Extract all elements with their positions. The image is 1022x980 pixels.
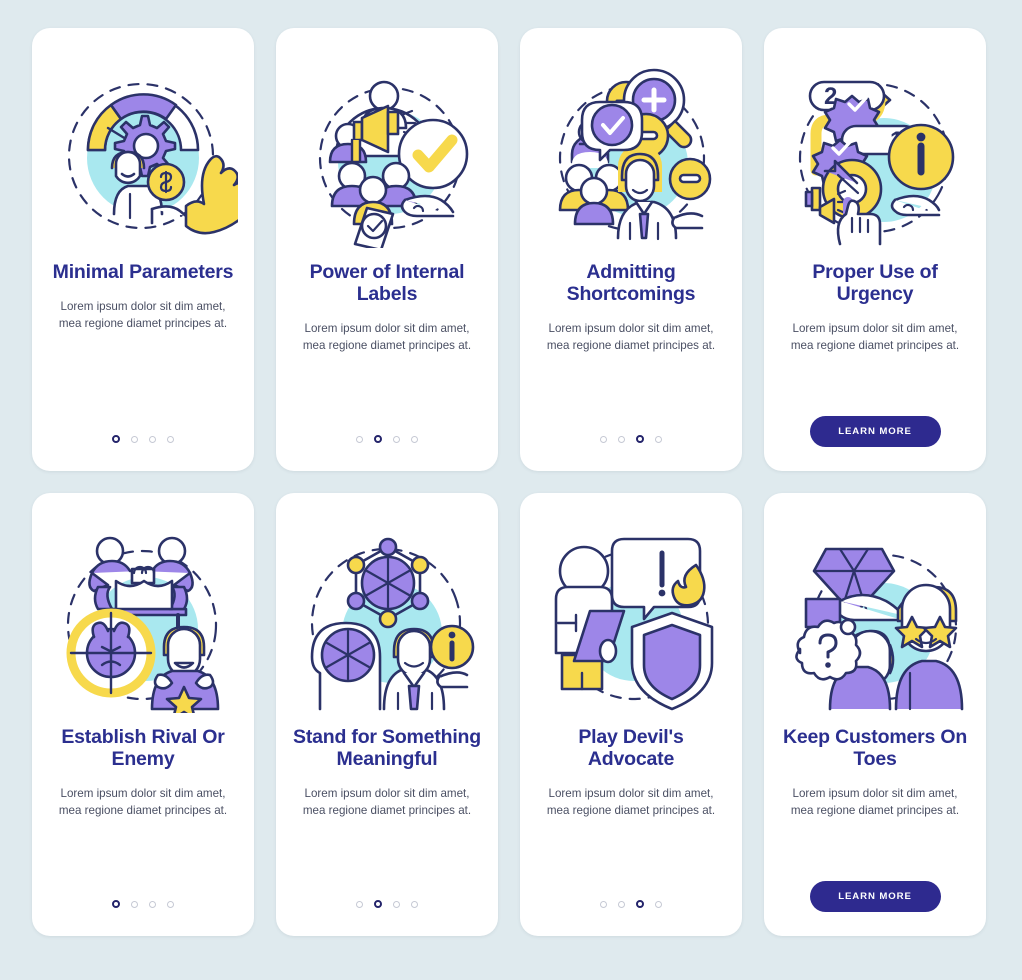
pagination-dot-1-active[interactable] [112, 900, 120, 908]
onboarding-screens-grid: Minimal Parameters Lorem ipsum dolor sit … [0, 0, 1022, 964]
pagination-dot-2[interactable] [131, 900, 138, 908]
pagination-dots [356, 435, 418, 443]
pagination-dot-4[interactable] [411, 435, 418, 443]
pagination-dot-4[interactable] [167, 900, 174, 908]
card-title: Play Devil's Advocate [578, 726, 684, 770]
card-title: Power of Internal Labels [309, 261, 465, 305]
pagination-dot-4[interactable] [167, 435, 174, 443]
pagination-dot-4[interactable] [655, 435, 662, 443]
pagination-dot-2-active[interactable] [374, 435, 382, 443]
pagination-dot-4[interactable] [411, 900, 418, 908]
onboarding-card-play-devils-advocate: Play Devil's Advocate Lorem ipsum dolor s… [520, 493, 742, 936]
pagination-dot-2[interactable] [618, 900, 625, 908]
onboarding-card-power-of-internal-labels: Power of Internal Labels Lorem ipsum dolo… [276, 28, 498, 471]
pagination-dot-3[interactable] [149, 435, 156, 443]
illustration-priority-list-info-target-hand-megaphone-icon: 21 [780, 58, 970, 248]
card-title: Establish Rival Or Enemy [61, 726, 225, 770]
onboarding-card-stand-for-something-meaningful: Stand for Something Meaningful Lorem ipsu… [276, 493, 498, 936]
card-title: Stand for Something Meaningful [293, 726, 481, 770]
card-body-text: Lorem ipsum dolor sit dim amet, mea regi… [302, 321, 472, 353]
learn-more-button[interactable]: LEARN MORE [809, 416, 941, 447]
onboarding-card-keep-customers-on-toes: Keep Customers On Toes Lorem ipsum dolor … [764, 493, 986, 936]
onboarding-card-admitting-shortcomings: Admitting Shortcomings Lorem ipsum dolor … [520, 28, 742, 471]
pagination-dot-1[interactable] [600, 900, 607, 908]
card-title: Keep Customers On Toes [782, 726, 968, 770]
illustration-network-values-head-businessman-info-icon [292, 523, 482, 713]
pagination-dots [356, 900, 418, 908]
pagination-dot-3[interactable] [393, 900, 400, 908]
illustration-person-speech-exclamation-flame-shield-icon [536, 523, 726, 713]
card-body-text: Lorem ipsum dolor sit dim amet, mea regi… [790, 786, 960, 818]
pagination-dot-1[interactable] [600, 435, 607, 443]
pagination-dots [600, 435, 662, 443]
pagination-dot-4[interactable] [655, 900, 662, 908]
card-body-text: Lorem ipsum dolor sit dim amet, mea regi… [546, 321, 716, 353]
card-body-text: Lorem ipsum dolor sit dim amet, mea regi… [790, 321, 960, 353]
pagination-dot-3-active[interactable] [636, 435, 644, 443]
card-body-text: Lorem ipsum dolor sit dim amet, mea regi… [546, 786, 716, 818]
pagination-dot-2-active[interactable] [374, 900, 382, 908]
onboarding-card-minimal-parameters: Minimal Parameters Lorem ipsum dolor sit … [32, 28, 254, 471]
pagination-dot-2[interactable] [131, 435, 138, 443]
illustration-diamond-hand-star-eyes-question-customers-icon [780, 523, 970, 713]
card-title: Admitting Shortcomings [566, 261, 696, 305]
illustration-arm-wrestle-target-angry-face-winner-icon [48, 523, 238, 713]
illustration-magnifier-plus-minus-team-businessman-icon [536, 58, 726, 248]
pagination-dot-3[interactable] [149, 900, 156, 908]
pagination-dot-1[interactable] [356, 900, 363, 908]
pagination-dot-1-active[interactable] [112, 435, 120, 443]
pagination-dots [600, 900, 662, 908]
learn-more-button[interactable]: LEARN MORE [809, 881, 941, 912]
card-title: Proper Use of Urgency [812, 261, 938, 305]
illustration-gauge-gear-person-money-hand-icon [48, 58, 238, 248]
pagination-dot-3[interactable] [393, 435, 400, 443]
pagination-dot-1[interactable] [356, 435, 363, 443]
pagination-dots [112, 435, 174, 443]
illustration-megaphone-team-checkmark-badge-hand-icon [292, 58, 482, 248]
pagination-dot-2[interactable] [618, 435, 625, 443]
card-title: Minimal Parameters [52, 261, 234, 283]
card-body-text: Lorem ipsum dolor sit dim amet, mea regi… [58, 299, 228, 331]
card-body-text: Lorem ipsum dolor sit dim amet, mea regi… [302, 786, 472, 818]
onboarding-card-proper-use-of-urgency: 21 Proper Use of Urgency Lorem ipsum dolor… [764, 28, 986, 471]
onboarding-card-establish-rival-or-enemy: Establish Rival Or Enemy Lorem ipsum dolo… [32, 493, 254, 936]
card-body-text: Lorem ipsum dolor sit dim amet, mea regi… [58, 786, 228, 818]
pagination-dots [112, 900, 174, 908]
pagination-dot-3-active[interactable] [636, 900, 644, 908]
